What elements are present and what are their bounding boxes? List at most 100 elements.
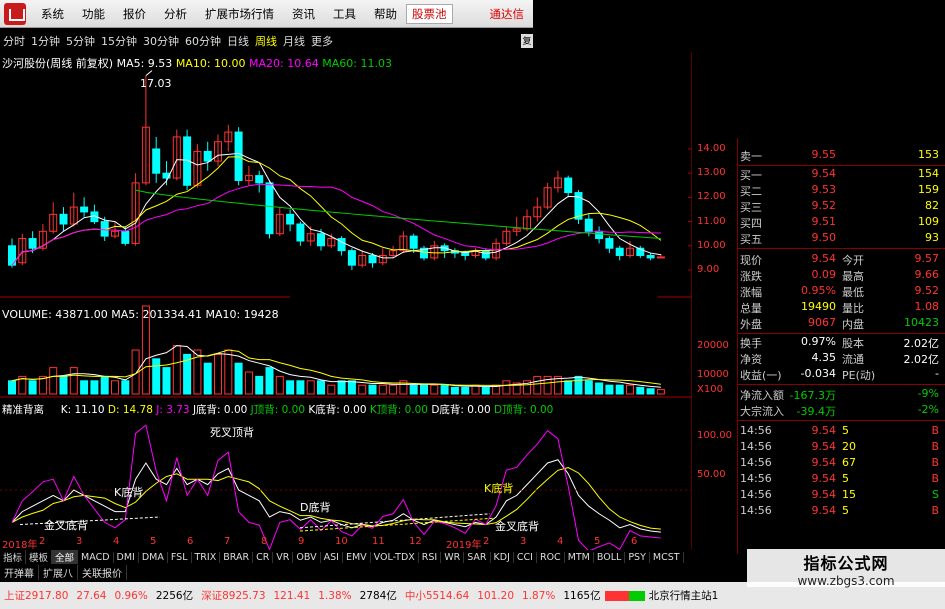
kdj-title: 精准背离 K: 11.10 D: 14.78 J: 3.73 J底背: 0.00… [2,402,553,417]
indicator-tab[interactable]: KDJ [491,551,514,563]
x-axis-tick: 6 [187,536,194,547]
volume-bar [8,380,16,395]
stat-label: 外盘 [740,318,762,331]
bottom-tab[interactable]: 关联报价 [78,564,127,580]
volume-bar [337,380,346,395]
stat-value: - [935,367,939,380]
covered-area [290,282,658,328]
volume-bar [265,367,274,395]
menu-item-help[interactable]: 帮助 [365,6,406,22]
golden-cross-label-2: 金叉底背 [495,520,539,533]
app-logo-icon [4,2,26,25]
period-tab[interactable]: 5分钟 [63,33,98,49]
menu-item-analysis[interactable]: 分析 [155,6,196,22]
server-name[interactable]: 北京行情主站1 [645,588,723,603]
flow-value: -167.3万 [789,389,836,402]
menu-item-quote[interactable]: 报价 [114,6,155,22]
tick-row: 14:56 9.54 67 B [738,456,943,472]
menu-item-ext-market[interactable]: 扩展市场行情 [196,6,283,22]
quote-panel: 卖一 9.55 153 买一 9.54 154 买二 9.53 159 买三 9.52 82 买四 9.5… [737,138,945,554]
sz-amount: 2784亿 [359,590,397,602]
indicator-tab[interactable]: MACD [78,551,114,563]
stock-title: 沙河股份(周线 前复权) [2,57,114,70]
candle-body [80,206,89,213]
indicator-tab[interactable]: BRAR [220,551,254,563]
indicator-tab[interactable]: 全部 [52,550,79,564]
indicator-tab[interactable]: EMV [343,551,371,563]
indicator-tab[interactable]: OBV [293,551,321,563]
d-bottom-label: D底背 [300,501,331,514]
kdj-tick: 50.00 [697,469,726,480]
indicator-tab[interactable]: FSL [168,551,192,563]
volume-bar [595,382,604,395]
indicator-tab[interactable]: DMA [139,551,168,563]
period-tab[interactable]: 1分钟 [28,33,63,49]
indicator-tab[interactable]: ROC [537,551,565,563]
period-tab[interactable]: 分时 [0,33,28,49]
volume-ma10: MA10: 19428 [205,308,279,321]
indicator-tab[interactable]: DMI [114,551,139,563]
stat-value: 2.02亿 [903,353,940,366]
tick-time: 14:56 [740,504,772,517]
chart-panel[interactable]: 沙河股份(周线 前复权) MA5: 9.53 MA10: 10.00 MA20:… [0,52,732,554]
indicator-tab[interactable]: PSY [625,551,650,563]
sh-pct: 0.96% [114,589,148,602]
x-axis-tick: 4 [113,536,120,547]
indicator-tab[interactable]: BOLL [594,551,626,563]
indicator-tab[interactable]: MTM [565,551,594,563]
stat-value: 9067 [808,316,836,329]
indicator-tab[interactable]: VOL-TDX [371,551,419,563]
tick-side: B [931,424,939,437]
stat-label: 最低 [842,286,864,299]
indicator-tab[interactable]: ASI [321,551,343,563]
volume-bar [626,384,634,395]
kdj-indicator-name: 精准背离 [2,404,44,416]
restore-button[interactable]: 复 [521,34,533,48]
x-axis-tick: 6 [631,536,638,547]
indicator-tab[interactable]: 模板 [26,550,53,564]
period-tab[interactable]: 日线 [224,33,252,49]
tick-row: 14:56 9.54 20 B [738,440,943,456]
period-tab[interactable]: 15分钟 [98,33,140,49]
menu-item-info[interactable]: 资讯 [283,6,324,22]
volume-bar [450,386,459,395]
indicator-tab[interactable]: VR [273,551,294,563]
j-bottom-div: J底背: 0.00 [192,404,248,416]
menu-item-tools[interactable]: 工具 [324,6,365,22]
divergence-line [19,516,161,526]
flow-pct: -2% [917,403,939,416]
stat-label: 内盘 [842,318,864,331]
period-tab-weekly[interactable]: 周线 [252,33,280,49]
volume-bar [162,367,171,395]
flow-label: 净流入额 [740,389,784,402]
indicator-tab[interactable]: CCI [514,551,537,563]
indicator-tab[interactable]: CR [253,551,274,563]
bottom-tab[interactable]: 扩展八 [39,564,78,580]
menu-item-system[interactable]: 系统 [32,6,73,22]
sz-index[interactable]: 深证8925.73 [197,588,269,603]
menu-item-function[interactable]: 功能 [73,6,114,22]
indicator-tab[interactable]: RSI [419,551,442,563]
price-tick: 11.00 [697,215,726,227]
zx-index[interactable]: 中小5514.64 [401,588,473,603]
sh-index[interactable]: 上证2917.80 [0,588,72,603]
divider [738,333,945,334]
period-tab[interactable]: 月线 [280,33,308,49]
volume-bar [80,380,89,395]
period-tab-more[interactable]: 更多 [308,33,336,49]
tick-time: 14:56 [740,424,772,437]
candle-body [347,250,356,266]
indicator-tab[interactable]: TRIX [192,551,221,563]
period-tab[interactable]: 60分钟 [182,33,224,49]
app-brand-label: 通达信 [489,6,525,21]
period-tab[interactable]: 30分钟 [140,33,182,49]
candle-body [286,213,295,225]
indicator-tab[interactable]: MCST [650,551,684,563]
stock-pool-button[interactable]: 股票池 [406,3,453,24]
divider [738,384,945,385]
indicator-tab[interactable]: SAR [464,551,491,563]
indicator-tab[interactable]: 指标 [0,550,27,564]
indicator-tab[interactable]: WR [441,551,465,563]
bottom-tab[interactable]: 开弹幕 [0,564,39,580]
stat-row: 总量 19490 量比 1.08 [738,300,943,316]
